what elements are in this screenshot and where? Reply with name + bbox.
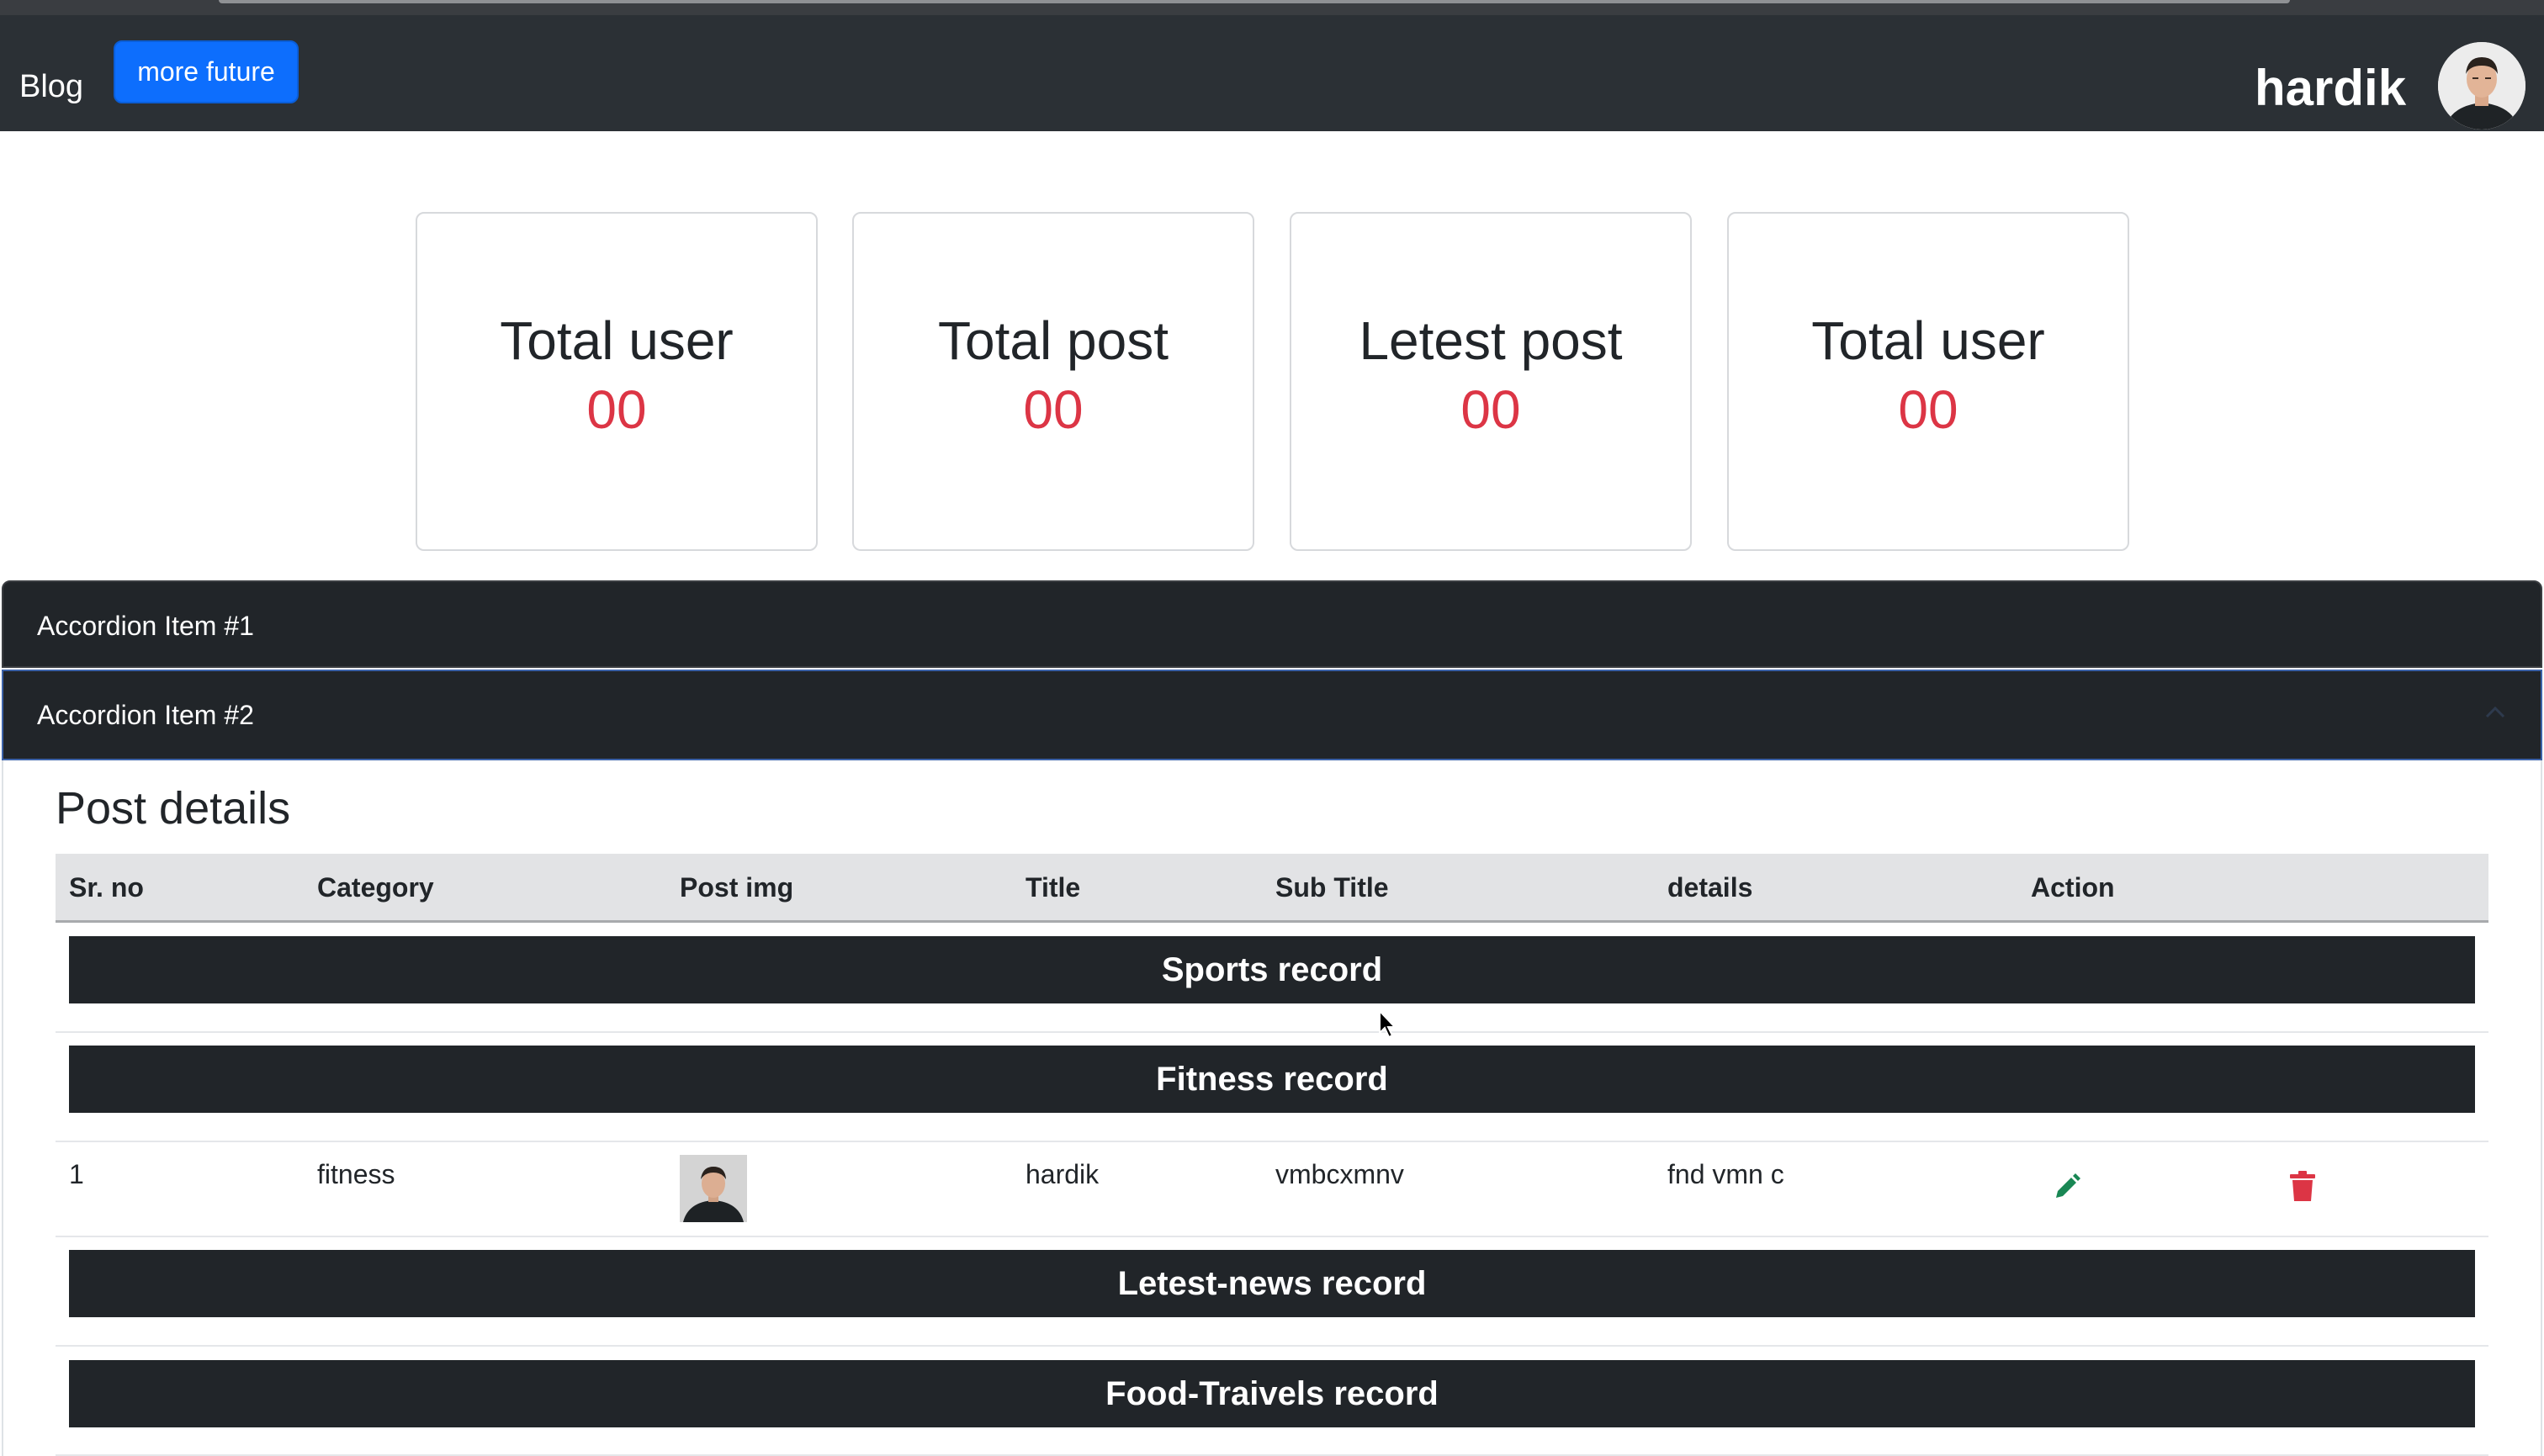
stat-title: Letest post <box>1359 310 1623 371</box>
row-divider <box>56 1345 2488 1347</box>
stat-title: Total user <box>500 310 734 371</box>
stat-value: 00 <box>586 379 647 440</box>
accordion-item-2-button[interactable]: Accordion Item #2 <box>2 670 2542 760</box>
stat-card-total-user: Total user 00 <box>416 212 818 551</box>
avatar[interactable] <box>2438 42 2525 130</box>
column-header-details: details <box>1667 872 1753 903</box>
stat-title: Total post <box>938 310 1169 371</box>
cell-subtitle: vmbcxmnv <box>1275 1159 1404 1189</box>
row-divider <box>56 1236 2488 1237</box>
cell-details: fnd vmn c <box>1667 1159 1784 1189</box>
post-details-heading: Post details <box>56 783 291 834</box>
accordion-item-1-label: Accordion Item #1 <box>37 611 254 641</box>
more-future-button[interactable]: more future <box>114 40 299 103</box>
chevron-up-icon <box>2483 702 2507 725</box>
row-divider <box>56 1031 2488 1033</box>
column-header-post-img: Post img <box>680 872 794 903</box>
stat-value: 00 <box>1023 379 1084 440</box>
stat-card-total-user-2: Total user 00 <box>1727 212 2129 551</box>
window-top-strip <box>0 0 2544 15</box>
username-label: hardik <box>2255 60 2407 116</box>
group-row-latest-news: Letest-news record <box>69 1250 2475 1317</box>
group-row-sports: Sports record <box>69 936 2475 1003</box>
cell-title: hardik <box>1026 1159 1100 1189</box>
group-row-fitness: Fitness record <box>69 1046 2475 1113</box>
column-header-title: Title <box>1026 872 1081 903</box>
column-header-category: Category <box>317 872 434 903</box>
cell-category: fitness <box>317 1159 395 1189</box>
stat-title: Total user <box>1811 310 2045 371</box>
column-header-action: Action <box>2031 872 2115 903</box>
stat-value: 00 <box>1460 379 1521 440</box>
stat-card-total-post: Total post 00 <box>852 212 1254 551</box>
mouse-cursor-icon <box>1378 1009 1398 1040</box>
stat-card-latest-post: Letest post 00 <box>1290 212 1692 551</box>
scroll-indicator <box>219 0 2290 3</box>
navbar: Blog more future hardik <box>0 15 2544 131</box>
post-thumbnail <box>680 1155 747 1222</box>
accordion-item-2-label: Accordion Item #2 <box>37 700 254 730</box>
table-header: Sr. no Category Post img Title Sub Title… <box>56 854 2488 923</box>
stat-value: 00 <box>1898 379 1958 440</box>
cell-sr-no: 1 <box>69 1159 84 1189</box>
group-row-food-travels: Food-Traivels record <box>69 1360 2475 1427</box>
column-header-sub-title: Sub Title <box>1275 872 1389 903</box>
row-divider <box>56 1141 2488 1142</box>
accordion-item-1-button[interactable]: Accordion Item #1 <box>2 580 2542 668</box>
brand-link[interactable]: Blog <box>19 69 83 105</box>
edit-icon[interactable] <box>2053 1173 2081 1201</box>
delete-icon[interactable] <box>2290 1171 2315 1201</box>
column-header-sr-no: Sr. no <box>69 872 144 903</box>
